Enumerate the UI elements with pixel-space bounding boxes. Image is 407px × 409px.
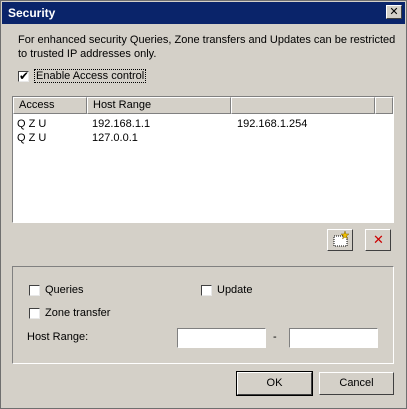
zone-transfer-checkbox[interactable] xyxy=(29,308,40,319)
row-access: Q Z U xyxy=(17,118,47,130)
description-text: For enhanced security Queries, Zone tran… xyxy=(18,34,396,60)
zone-transfer-label[interactable]: Zone transfer xyxy=(45,307,110,319)
column-header-filler xyxy=(375,97,393,114)
delete-icon: ✕ xyxy=(373,232,384,247)
delete-entry-button[interactable]: ✕ xyxy=(365,229,391,251)
host-range-from-input[interactable] xyxy=(177,328,266,348)
update-checkbox[interactable] xyxy=(201,285,212,296)
enable-access-control-text: Enable Access control xyxy=(34,69,147,83)
column-header-access[interactable]: Access xyxy=(13,97,87,114)
list-header: Access Host Range xyxy=(13,97,393,114)
row-host-from: 192.168.1.1 xyxy=(92,118,151,130)
enable-access-control-checkbox[interactable]: ✔ xyxy=(18,69,30,83)
row-access: Q Z U xyxy=(17,132,47,144)
host-range-label: Host Range: xyxy=(27,331,89,343)
access-list[interactable]: Access Host Range Q Z U 192.168.1.1 192.… xyxy=(12,96,394,223)
update-label[interactable]: Update xyxy=(217,284,252,296)
add-entry-button[interactable] xyxy=(327,229,353,251)
row-host-from: 127.0.0.1 xyxy=(92,132,138,144)
title-bar[interactable]: Security ✕ xyxy=(2,2,405,24)
ok-button[interactable]: OK xyxy=(236,371,313,396)
range-separator: - xyxy=(273,331,277,343)
enable-access-control-label[interactable]: Enable Access control xyxy=(34,69,147,83)
checkmark-icon: ✔ xyxy=(19,69,30,83)
queries-checkbox[interactable] xyxy=(29,285,40,296)
close-button[interactable]: ✕ xyxy=(386,5,402,19)
row-host-to: 192.168.1.254 xyxy=(237,118,308,130)
cancel-button[interactable]: Cancel xyxy=(319,372,394,395)
new-entry-icon xyxy=(333,230,350,247)
host-range-to-input[interactable] xyxy=(289,328,378,348)
security-dialog: Security ✕ For enhanced security Queries… xyxy=(0,0,407,409)
column-header-range-end[interactable] xyxy=(231,97,375,114)
window-title: Security xyxy=(8,6,56,20)
options-group: Queries Update Zone transfer Host Range:… xyxy=(12,266,394,364)
close-icon: ✕ xyxy=(389,6,399,18)
column-header-host-range[interactable]: Host Range xyxy=(87,97,231,114)
queries-label[interactable]: Queries xyxy=(45,284,84,296)
